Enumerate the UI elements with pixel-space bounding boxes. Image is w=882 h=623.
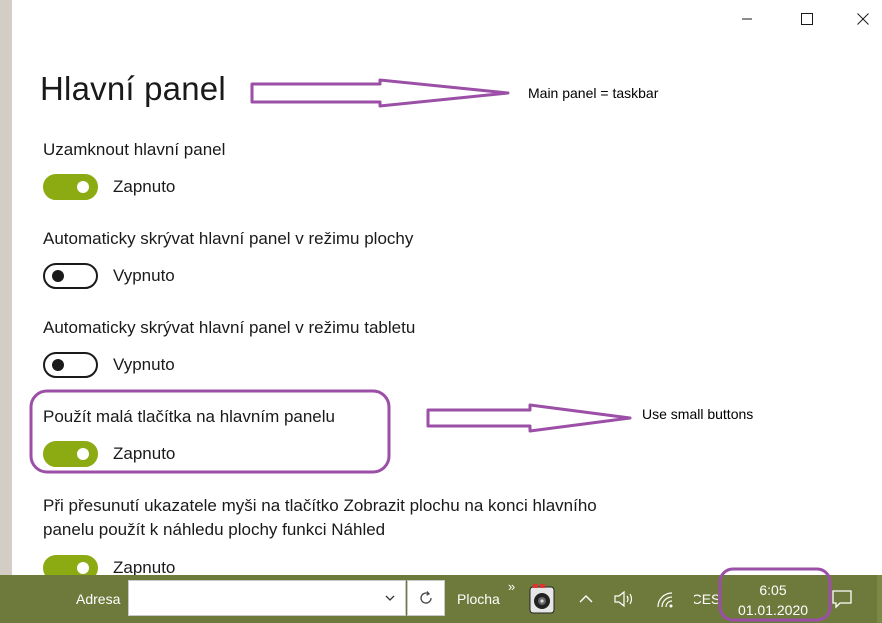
arrow-to-main-panel	[250, 78, 510, 108]
clock-time[interactable]: 6:05	[736, 582, 810, 598]
chevron-up-icon	[579, 595, 593, 603]
toggle-knob	[77, 448, 89, 460]
address-toolbar-label: Adresa	[76, 591, 121, 607]
toggle-knob	[77, 562, 89, 574]
close-button[interactable]	[843, 4, 882, 34]
toggle-knob	[52, 359, 64, 371]
autohide-tablet-toggle[interactable]	[43, 352, 98, 378]
minimize-icon	[742, 18, 752, 20]
toggle-state-label: Zapnuto	[113, 177, 176, 196]
small-buttons-toggle[interactable]	[43, 441, 98, 467]
left-background-strip	[0, 0, 12, 575]
address-input[interactable]	[129, 581, 369, 615]
setting-label-peek-desktop: Při přesunutí ukazatele myši na tlačítko…	[43, 496, 597, 539]
page-title: Hlavní panel	[40, 70, 226, 107]
toggle-state-label: Vypnuto	[113, 355, 175, 374]
volume-button[interactable]	[612, 588, 636, 610]
show-desktop-button[interactable]	[877, 575, 882, 623]
setting-toggle-row-lock-taskbar: Zapnuto	[43, 174, 175, 200]
toggle-state-label: Vypnuto	[113, 266, 175, 285]
address-box	[128, 580, 406, 616]
maximize-button[interactable]	[787, 4, 827, 34]
setting-label-lock-taskbar: Uzamknout hlavní panel	[43, 140, 226, 159]
input-language-indicator[interactable]: CES	[694, 591, 718, 607]
camera-app-icon[interactable]	[527, 582, 557, 616]
refresh-icon	[420, 591, 432, 604]
setting-toggle-row-autohide-desktop: Vypnuto	[43, 263, 175, 289]
maximize-icon	[801, 13, 813, 25]
notification-icon	[832, 590, 852, 609]
minimize-button[interactable]	[727, 4, 767, 34]
clock-date[interactable]: 01.01.2020	[736, 602, 810, 618]
desktop-toolbar-label[interactable]: Plocha	[457, 591, 500, 607]
more-toolbar-chevron[interactable]: »	[508, 579, 515, 594]
toggle-knob	[77, 181, 89, 193]
taskbar: Adresa Plocha » CES 6:05 01.01.2020	[0, 575, 882, 623]
toggle-knob	[52, 270, 64, 282]
lock-taskbar-toggle[interactable]	[43, 174, 98, 200]
setting-label-small-buttons: Použít malá tlačítka na hlavním panelu	[43, 407, 335, 426]
setting-label-autohide-desktop: Automaticky skrývat hlavní panel v režim…	[43, 229, 414, 248]
action-center-button[interactable]	[829, 587, 855, 611]
setting-toggle-row-autohide-tablet: Vypnuto	[43, 352, 175, 378]
wifi-icon	[657, 592, 673, 608]
setting-label-autohide-tablet: Automaticky skrývat hlavní panel v režim…	[43, 318, 416, 337]
setting-toggle-row-small-buttons: Zapnuto	[43, 441, 175, 467]
toggle-state-label: Zapnuto	[113, 444, 176, 463]
annotation-main-panel: Main panel = taskbar	[528, 85, 659, 101]
camera-icon	[529, 584, 555, 614]
annotation-small-buttons: Use small buttons	[642, 406, 754, 422]
close-icon	[857, 13, 869, 25]
refresh-button[interactable]	[407, 580, 445, 616]
network-button[interactable]	[655, 589, 677, 611]
chevron-down-icon[interactable]	[383, 591, 397, 605]
show-hidden-icons-button[interactable]	[576, 589, 596, 609]
speaker-icon	[614, 590, 633, 608]
autohide-desktop-toggle[interactable]	[43, 263, 98, 289]
